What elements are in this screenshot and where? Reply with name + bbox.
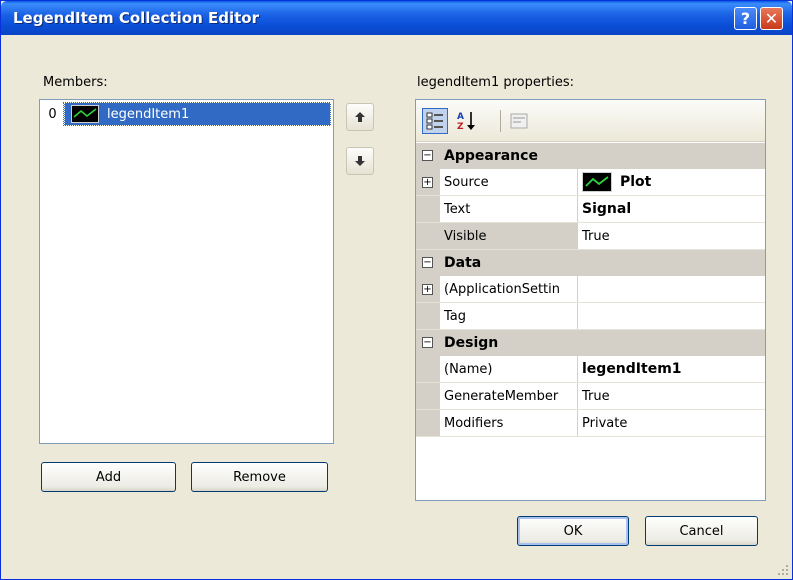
alphabetical-icon: A Z — [457, 112, 475, 132]
properties-label: legendItem1 properties: — [417, 75, 575, 90]
property-row[interactable]: (Name) legendItem1 — [416, 356, 765, 383]
window-title: LegendItem Collection Editor — [13, 9, 260, 27]
property-name: Tag — [440, 303, 578, 329]
property-value[interactable] — [578, 276, 765, 302]
row-gutter — [416, 196, 440, 222]
property-row[interactable]: Visible True — [416, 223, 765, 250]
row-gutter: + — [416, 276, 440, 302]
categorized-icon — [426, 112, 443, 130]
close-button[interactable]: ✕ — [760, 7, 783, 30]
remove-button[interactable]: Remove — [191, 462, 328, 492]
property-name: (Name) — [440, 356, 578, 382]
member-index: 0 — [42, 102, 64, 126]
categorized-button[interactable] — [422, 108, 448, 134]
row-gutter: + — [416, 169, 440, 195]
property-row[interactable]: Tag — [416, 303, 765, 330]
property-value[interactable]: legendItem1 — [578, 356, 765, 382]
property-value[interactable]: Plot — [578, 169, 765, 195]
property-value-text: Plot — [620, 174, 652, 190]
plot-icon — [582, 172, 612, 192]
resize-grip-icon[interactable] — [777, 564, 789, 576]
expand-icon[interactable]: + — [422, 177, 433, 188]
row-gutter — [416, 223, 440, 249]
title-bar[interactable]: LegendItem Collection Editor ? ✕ — [1, 1, 792, 35]
category-label: Appearance — [444, 148, 538, 164]
alphabetical-button[interactable]: A Z — [454, 108, 480, 134]
arrow-down-icon — [355, 156, 365, 166]
category-data[interactable]: − Data — [416, 250, 765, 276]
expand-icon[interactable]: + — [422, 284, 433, 295]
arrow-up-icon — [355, 112, 365, 122]
property-row[interactable]: GenerateMember True — [416, 383, 765, 410]
collapse-icon[interactable]: − — [422, 337, 433, 348]
plot-icon — [71, 105, 99, 123]
add-button[interactable]: Add — [41, 462, 176, 492]
row-gutter — [416, 356, 440, 382]
property-toolbar: A Z — [416, 100, 765, 142]
move-down-button[interactable] — [346, 147, 374, 175]
collapse-icon[interactable]: − — [422, 257, 433, 268]
toolbar-separator — [500, 110, 501, 132]
property-value[interactable]: Private — [578, 410, 765, 436]
cancel-button[interactable]: Cancel — [645, 516, 758, 546]
property-value[interactable]: True — [578, 383, 765, 409]
collapse-icon[interactable]: − — [422, 150, 433, 161]
collection-editor-dialog: LegendItem Collection Editor ? ✕ Members… — [0, 0, 793, 580]
member-item-label: legendItem1 — [107, 106, 190, 122]
svg-text:Z: Z — [457, 122, 464, 132]
help-button[interactable]: ? — [734, 7, 757, 30]
property-row[interactable]: + (ApplicationSettin — [416, 276, 765, 303]
members-list[interactable]: 0 legendItem1 — [39, 99, 334, 444]
property-value[interactable] — [578, 303, 765, 329]
property-name: (ApplicationSettin — [440, 276, 578, 302]
ok-button[interactable]: OK — [517, 516, 629, 546]
category-design[interactable]: − Design — [416, 330, 765, 356]
svg-text:A: A — [457, 112, 464, 122]
property-row[interactable]: Modifiers Private — [416, 410, 765, 437]
category-appearance[interactable]: − Appearance — [416, 143, 765, 169]
move-up-button[interactable] — [346, 103, 374, 131]
row-gutter — [416, 303, 440, 329]
property-value[interactable]: Signal — [578, 196, 765, 222]
members-label: Members: — [43, 75, 108, 90]
category-label: Data — [444, 255, 482, 271]
member-item-selected[interactable]: legendItem1 — [64, 102, 331, 126]
property-value[interactable]: True — [578, 223, 765, 249]
property-name: Text — [440, 196, 578, 222]
property-pages-button[interactable] — [506, 108, 532, 134]
property-name: Modifiers — [440, 410, 578, 436]
property-name: Source — [440, 169, 578, 195]
row-gutter — [416, 410, 440, 436]
category-label: Design — [444, 335, 499, 351]
property-grid-rows: − Appearance + Source Plot Text Signal V… — [416, 143, 765, 437]
property-name: Visible — [440, 223, 578, 249]
property-row[interactable]: Text Signal — [416, 196, 765, 223]
property-pages-icon — [510, 113, 528, 129]
property-row[interactable]: + Source Plot — [416, 169, 765, 196]
list-item[interactable]: 0 legendItem1 — [42, 102, 331, 126]
property-name: GenerateMember — [440, 383, 578, 409]
row-gutter — [416, 383, 440, 409]
property-grid[interactable]: A Z − Appearance + Source Plot Text Sign… — [415, 99, 766, 501]
